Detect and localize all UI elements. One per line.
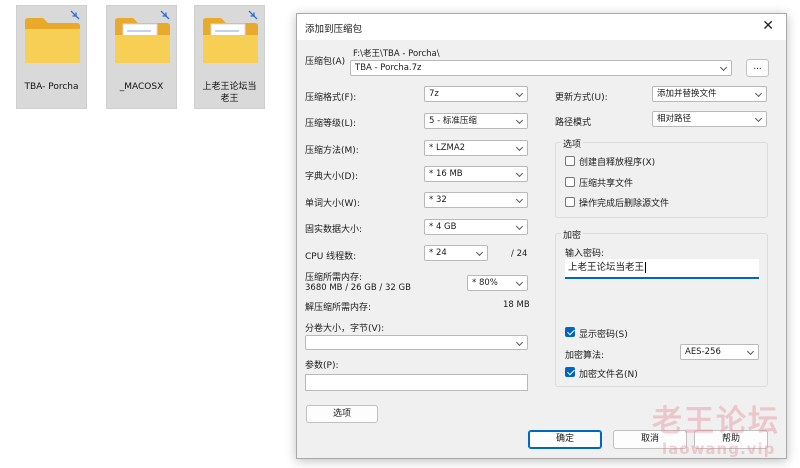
folder-label: TBA- Porcha — [24, 82, 79, 92]
sfx-label: 创建自释放程序(X) — [579, 158, 656, 168]
show-password-checkbox[interactable] — [565, 327, 575, 337]
password-value: 上老王论坛当老王 — [568, 262, 645, 273]
add-to-archive-dialog: 添加到压缩包 ✕ 压缩包(A) F:\老王\TBA - Porcha\ TBA … — [296, 13, 787, 459]
threads-select[interactable]: * 24 — [424, 245, 488, 261]
delete-after-label: 操作完成后删除源文件 — [579, 199, 670, 209]
delete-after-checkbox[interactable] — [565, 197, 575, 207]
threads-value: * 24 — [429, 248, 447, 258]
watermark-text: 老王论坛 — [652, 404, 780, 439]
word-label: 单词大小(W): — [305, 199, 360, 209]
shared-files-checkbox[interactable] — [565, 177, 575, 187]
dialog-titlebar[interactable]: 添加到压缩包 ✕ — [297, 14, 786, 40]
params-input[interactable] — [305, 374, 528, 391]
folder-tile-laowang[interactable]: 上老王论坛当老王 — [194, 5, 265, 109]
chevron-down-icon — [746, 347, 755, 356]
chevron-down-icon[interactable] — [719, 63, 728, 72]
level-value: 5 - 标准压缩 — [429, 116, 477, 126]
path-mode-select[interactable]: 相对路径 — [652, 111, 767, 127]
params-label: 参数(P): — [305, 361, 339, 371]
path-mode-value: 相对路径 — [657, 114, 692, 124]
encryption-method-value: AES-256 — [685, 347, 721, 357]
watermark-url: laowang.vip — [662, 440, 776, 458]
sync-arrows-icon — [160, 10, 170, 20]
update-mode-select[interactable]: 添加并替换文件 — [652, 86, 767, 102]
method-select[interactable]: * LZMA2 — [424, 140, 528, 156]
format-select[interactable]: 7z — [424, 86, 528, 102]
chevron-down-icon — [515, 338, 524, 347]
dict-label: 字典大小(D): — [305, 172, 358, 182]
word-value: * 32 — [429, 195, 447, 205]
text-caret — [645, 262, 647, 273]
format-value: 7z — [429, 89, 439, 99]
folder-label: 上老王论坛当老王 — [202, 82, 257, 104]
options-button[interactable]: 选项 — [306, 405, 378, 423]
sync-arrows-icon — [70, 10, 80, 20]
archive-label: 压缩包(A) — [305, 57, 346, 67]
folder-with-documents-icon — [203, 18, 258, 63]
archive-name-combo[interactable]: TBA - Porcha.7z — [350, 60, 732, 76]
chevron-down-icon — [515, 222, 524, 231]
chevron-down-icon — [515, 169, 524, 178]
browse-button[interactable]: ... — [746, 59, 769, 77]
folder-tile-macosx[interactable]: _MACOSX — [106, 5, 177, 109]
chevron-down-icon — [754, 89, 763, 98]
options-group-title: 选项 — [561, 137, 584, 150]
shared-files-label: 压缩共享文件 — [579, 179, 634, 189]
archive-name-value: TBA - Porcha.7z — [355, 63, 422, 73]
threads-total: / 24 — [511, 249, 528, 259]
password-input[interactable]: 上老王论坛当老王 — [565, 259, 759, 279]
folder-tile-tba[interactable]: TBA- Porcha — [16, 5, 87, 109]
method-label: 压缩方法(M): — [305, 146, 359, 156]
chevron-down-icon — [515, 278, 524, 287]
threads-label: CPU 线程数: — [305, 252, 357, 262]
ok-button[interactable]: 确定 — [528, 430, 602, 449]
memory-percent-select[interactable]: * 80% — [467, 275, 528, 291]
chevron-down-icon — [754, 114, 763, 123]
memory-detail: 3680 MB / 26 GB / 32 GB — [305, 283, 411, 293]
archive-path: F:\老王\TBA - Porcha\ — [353, 49, 440, 59]
decompress-memory-value: 18 MB — [503, 300, 530, 310]
solid-label: 固实数据大小: — [305, 225, 363, 235]
level-label: 压缩等级(L): — [305, 119, 357, 129]
encrypt-names-checkbox[interactable] — [565, 367, 575, 377]
folder-icon — [25, 18, 80, 63]
solid-value: * 4 GB — [429, 222, 457, 232]
dict-value: * 16 MB — [429, 169, 463, 179]
chevron-down-icon — [515, 89, 524, 98]
folder-with-documents-icon — [115, 18, 170, 63]
encryption-method-select[interactable]: AES-256 — [680, 344, 759, 360]
solid-select[interactable]: * 4 GB — [424, 219, 528, 235]
format-label: 压缩格式(F): — [305, 93, 357, 103]
encrypt-names-label: 加密文件名(N) — [579, 370, 638, 380]
show-password-label: 显示密码(S) — [579, 330, 628, 340]
encryption-method-label: 加密算法: — [565, 351, 605, 361]
sfx-checkbox[interactable] — [565, 156, 575, 166]
chevron-down-icon — [515, 143, 524, 152]
word-select[interactable]: * 32 — [424, 192, 528, 208]
memory-percent-value: * 80% — [472, 278, 498, 288]
close-icon[interactable]: ✕ — [762, 18, 774, 34]
dialog-title: 添加到压缩包 — [305, 24, 363, 35]
method-value: * LZMA2 — [429, 143, 466, 153]
sync-arrows-icon — [248, 10, 258, 20]
decompress-memory-label: 解压缩所需内存: — [305, 303, 372, 313]
dict-select[interactable]: * 16 MB — [424, 166, 528, 182]
password-label: 输入密码: — [565, 249, 605, 259]
update-mode-value: 添加并替换文件 — [657, 89, 717, 99]
memory-label: 压缩所需内存: — [305, 273, 363, 283]
folder-label: _MACOSX — [119, 82, 164, 92]
level-select[interactable]: 5 - 标准压缩 — [424, 113, 528, 129]
split-size-label: 分卷大小，字节(V): — [305, 324, 385, 334]
path-mode-label: 路径模式 — [555, 118, 592, 128]
split-size-select[interactable] — [305, 335, 528, 350]
encryption-group-title: 加密 — [561, 228, 584, 241]
chevron-down-icon — [515, 195, 524, 204]
chevron-down-icon — [515, 116, 524, 125]
chevron-down-icon — [475, 248, 484, 257]
update-mode-label: 更新方式(U): — [555, 93, 608, 103]
